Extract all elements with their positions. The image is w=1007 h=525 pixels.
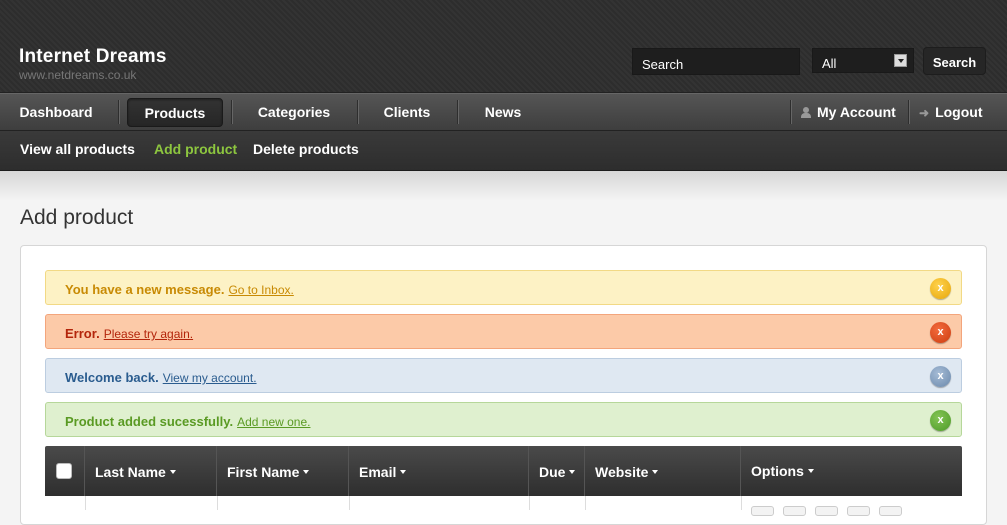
option-button[interactable] <box>847 506 870 516</box>
nav-separator <box>908 100 909 124</box>
my-account-label: My Account <box>817 104 896 120</box>
logout-label: Logout <box>935 104 983 120</box>
caret-down-icon <box>569 470 576 474</box>
column-header-last-name[interactable]: Last Name <box>85 446 217 496</box>
nav-separator <box>790 100 791 124</box>
cell-divider <box>85 496 86 510</box>
nav-separator <box>457 100 458 124</box>
alert-message: Product added sucessfully. <box>65 414 234 429</box>
option-button[interactable] <box>783 506 806 516</box>
page-title: Add product <box>20 206 134 229</box>
caret-down-icon <box>807 469 814 473</box>
subnav-item-view-all-products[interactable]: View all products <box>20 141 135 157</box>
cell-divider <box>585 496 586 510</box>
alert-warning: You have a new message. Go to Inbox. x <box>45 270 962 305</box>
nav-separator <box>231 100 232 124</box>
main-nav: Dashboard Products Categories Clients Ne… <box>0 93 1007 131</box>
user-icon <box>801 107 811 118</box>
alert-link-add-new[interactable]: Add new one. <box>237 415 310 429</box>
content-top-shadow <box>0 171 1007 201</box>
cell-divider <box>217 496 218 510</box>
cell-divider <box>529 496 530 510</box>
alert-message: You have a new message. <box>65 282 225 297</box>
column-header-website[interactable]: Website <box>585 446 741 496</box>
alert-info: Welcome back. View my account. x <box>45 358 962 393</box>
caret-down-icon <box>169 470 176 474</box>
column-header-due[interactable]: Due <box>529 446 585 496</box>
alert-message: Error. <box>65 326 100 341</box>
alert-link-account[interactable]: View my account. <box>163 371 257 385</box>
nav-item-clients[interactable]: Clients <box>363 94 451 131</box>
search-input[interactable]: Search <box>632 48 800 75</box>
column-header-options[interactable]: Options <box>741 446 962 496</box>
search-filter-select[interactable]: All <box>812 48 914 73</box>
header: Internet Dreams www.netdreams.co.uk Sear… <box>0 0 1007 93</box>
search-filter-value: All <box>822 56 837 71</box>
table-row <box>45 496 962 516</box>
chevron-down-icon[interactable] <box>894 54 907 67</box>
close-icon[interactable]: x <box>930 278 951 299</box>
option-button[interactable] <box>879 506 902 516</box>
site-subtitle: www.netdreams.co.uk <box>19 68 137 82</box>
option-button[interactable] <box>815 506 838 516</box>
subnav-item-add-product[interactable]: Add product <box>154 141 237 157</box>
nav-item-dashboard[interactable]: Dashboard <box>0 94 112 131</box>
subnav-item-delete-products[interactable]: Delete products <box>253 141 359 157</box>
logout-link[interactable]: ➜ Logout <box>919 94 982 131</box>
column-header-first-name[interactable]: First Name <box>217 446 349 496</box>
alert-message: Welcome back. <box>65 370 159 385</box>
caret-down-icon <box>303 470 310 474</box>
nav-item-categories[interactable]: Categories <box>238 94 350 131</box>
column-header-email[interactable]: Email <box>349 446 529 496</box>
cell-divider <box>349 496 350 510</box>
my-account-link[interactable]: My Account <box>801 94 896 131</box>
sub-nav: View all products Add product Delete pro… <box>0 131 1007 171</box>
search-button[interactable]: Search <box>923 47 986 75</box>
alert-error: Error. Please try again. x <box>45 314 962 349</box>
alert-link-retry[interactable]: Please try again. <box>104 327 193 341</box>
caret-down-icon <box>652 470 659 474</box>
select-all-cell <box>45 446 85 496</box>
select-all-checkbox[interactable] <box>56 463 72 479</box>
alert-success: Product added sucessfully. Add new one. x <box>45 402 962 437</box>
close-icon[interactable]: x <box>930 322 951 343</box>
nav-item-products[interactable]: Products <box>127 98 223 127</box>
site-title[interactable]: Internet Dreams <box>19 46 167 68</box>
arrow-right-icon: ➜ <box>919 106 930 120</box>
table-header: Last Name First Name Email Due Website O… <box>45 446 962 496</box>
nav-separator <box>357 100 358 124</box>
alert-link-inbox[interactable]: Go to Inbox. <box>228 283 293 297</box>
nav-item-news[interactable]: News <box>463 94 543 131</box>
cell-divider <box>741 496 742 510</box>
close-icon[interactable]: x <box>930 366 951 387</box>
nav-separator <box>118 100 119 124</box>
close-icon[interactable]: x <box>930 410 951 431</box>
option-button[interactable] <box>751 506 774 516</box>
caret-down-icon <box>400 470 407 474</box>
